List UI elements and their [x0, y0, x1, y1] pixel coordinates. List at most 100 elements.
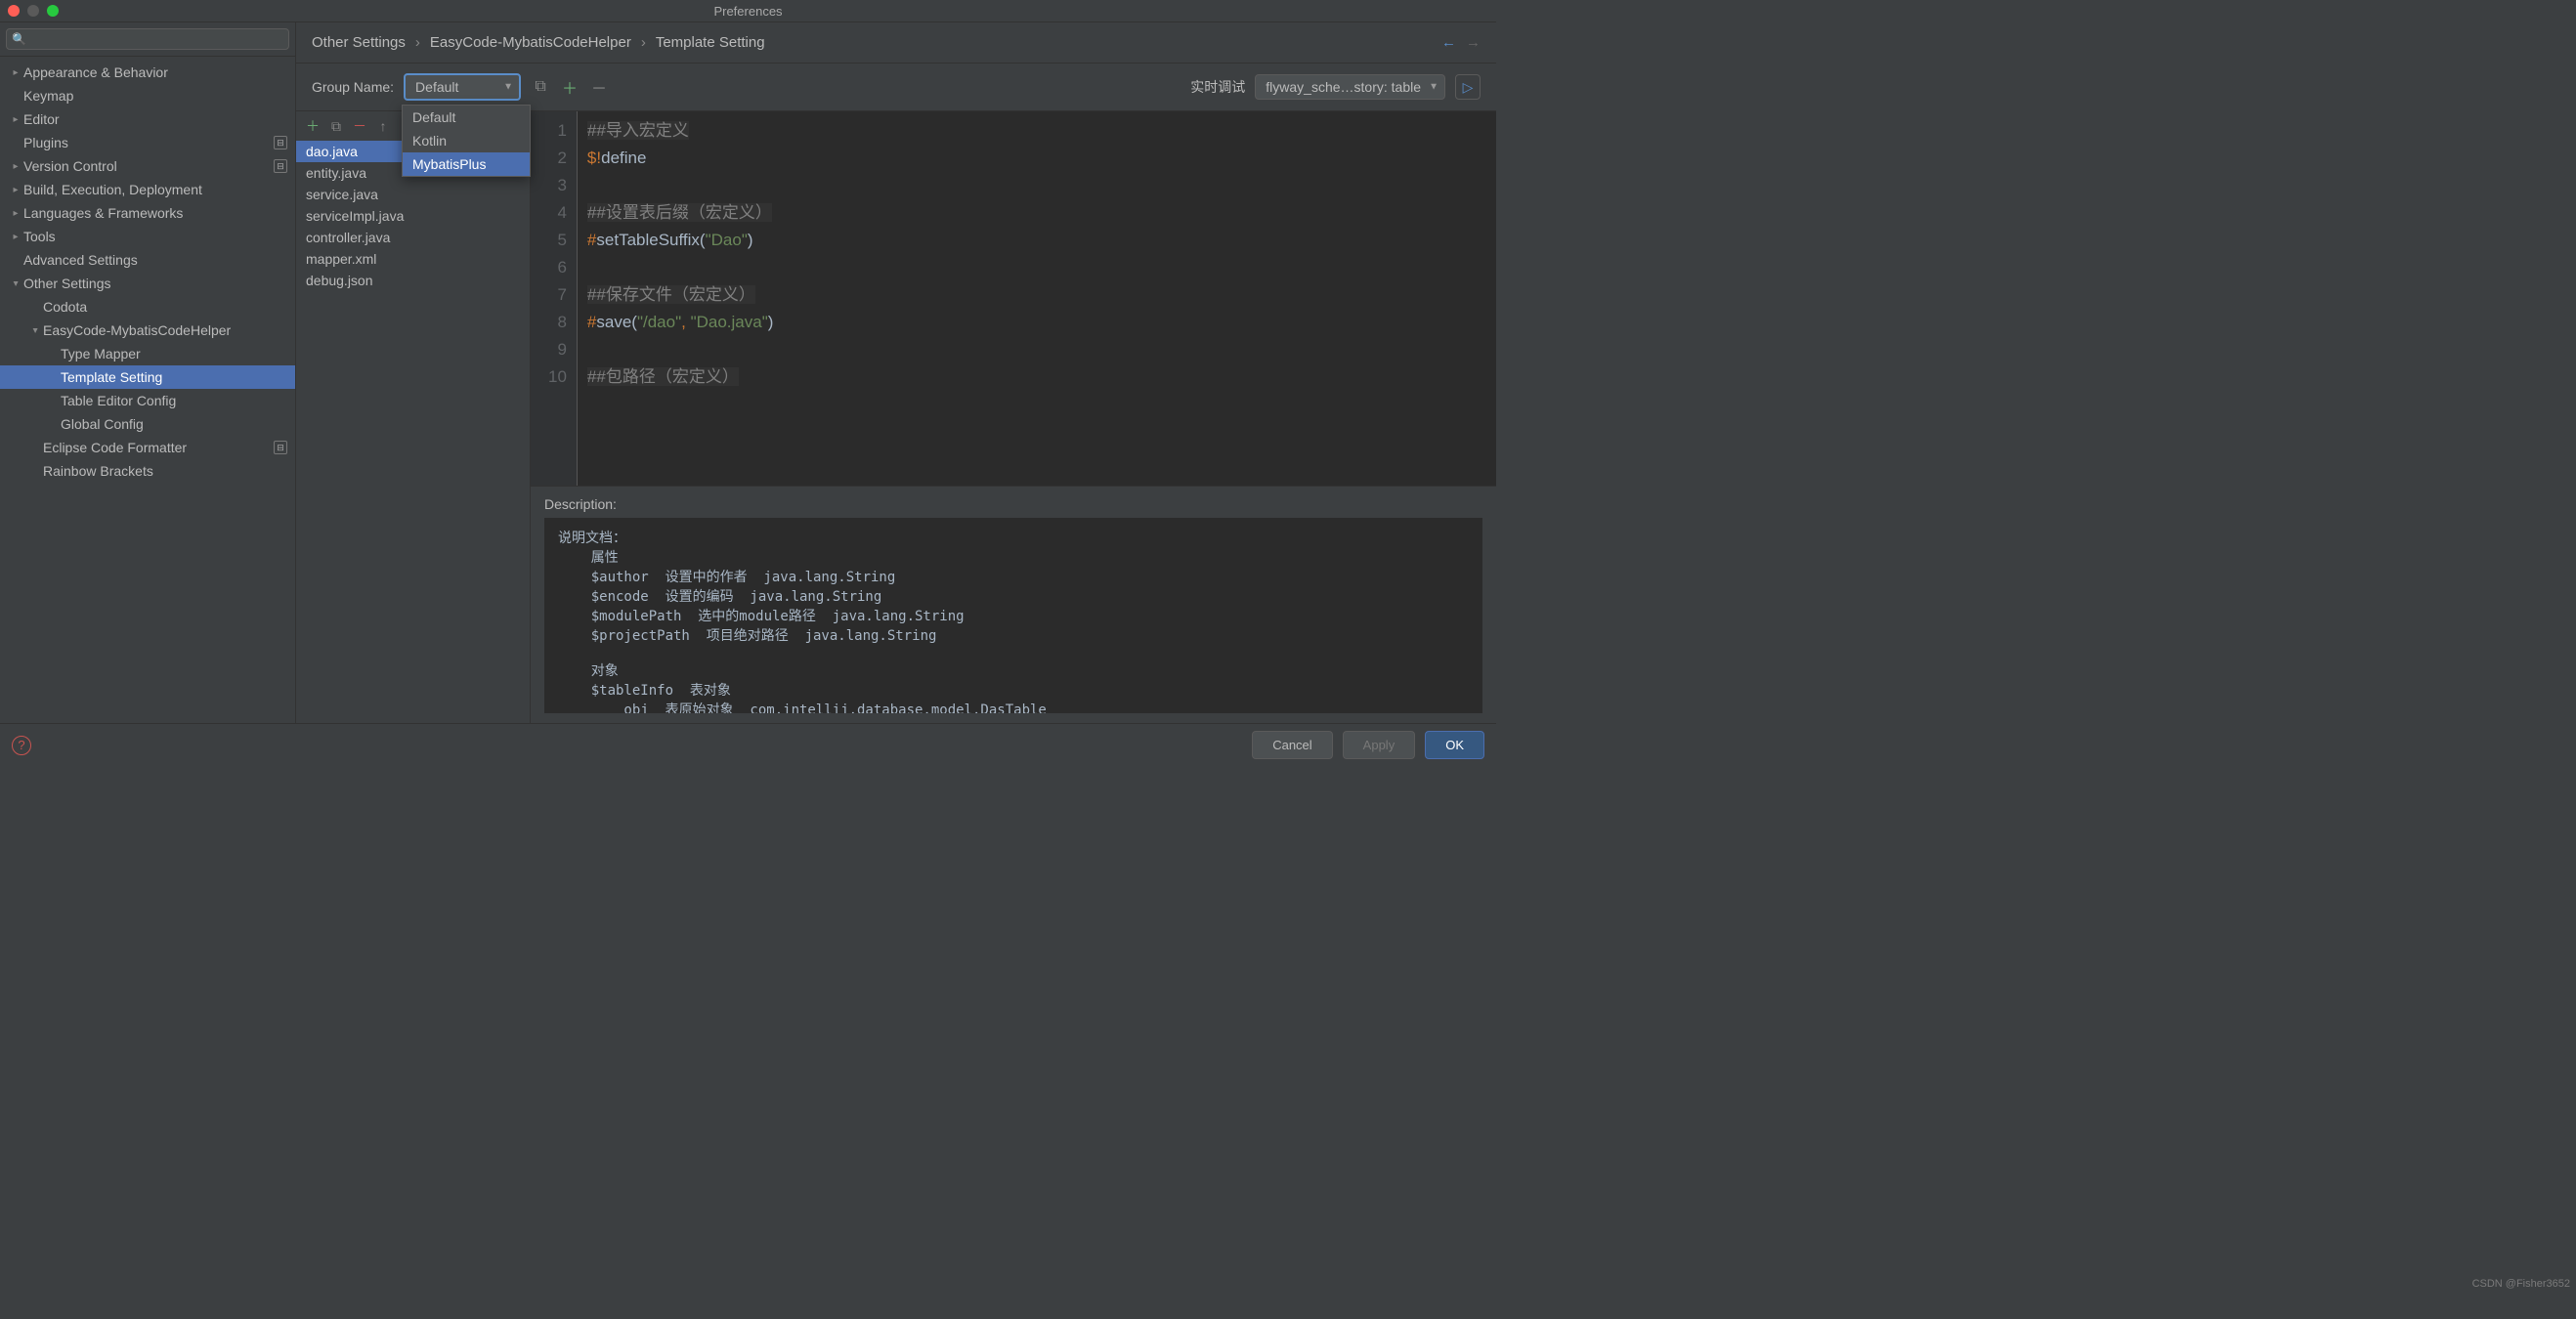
description-text: 说明文档： 属性 $author 设置中的作者 java.lang.String… [544, 518, 1482, 713]
dropdown-option[interactable]: Default [403, 106, 530, 129]
sidebar-item-label: Appearance & Behavior [23, 64, 287, 80]
code-lines: ##导入宏定义$!define##设置表后缀（宏定义）#setTableSuff… [577, 111, 1496, 486]
sidebar-item-label: Tools [23, 229, 287, 244]
remove-file-button[interactable]: － [351, 117, 368, 135]
sidebar-item[interactable]: Codota [0, 295, 295, 319]
chevron-right-icon: › [641, 34, 646, 51]
main-panel: Other Settings › EasyCode-MybatisCodeHel… [296, 22, 1496, 723]
editor-panel: 12345678910 ##导入宏定义$!define##设置表后缀（宏定义）#… [531, 111, 1496, 723]
add-group-button[interactable]: ＋ [560, 77, 580, 97]
sidebar-item[interactable]: Plugins⊟ [0, 131, 295, 154]
dropdown-option[interactable]: Kotlin [403, 129, 530, 152]
settings-tree: ▸Appearance & BehaviorKeymap▸EditorPlugi… [0, 57, 295, 723]
search-bar: 🔍 [0, 22, 295, 57]
group-name-combo[interactable]: Default ▼ [404, 73, 521, 101]
template-file[interactable]: controller.java [296, 227, 530, 248]
breadcrumb-item[interactable]: Template Setting [656, 34, 765, 51]
sidebar-item-label: Rainbow Brackets [43, 463, 287, 479]
sidebar-item-label: Codota [43, 299, 287, 315]
sidebar-item[interactable]: Keymap [0, 84, 295, 107]
sidebar-item[interactable]: ▸Build, Execution, Deployment [0, 178, 295, 201]
debug-target-value: flyway_sche…story: table [1266, 79, 1421, 95]
sidebar-item[interactable]: Eclipse Code Formatter⊟ [0, 436, 295, 459]
project-badge-icon: ⊟ [274, 159, 287, 173]
move-up-button[interactable]: ↑ [374, 117, 392, 135]
back-icon[interactable]: ← [1441, 34, 1456, 51]
sidebar-item[interactable]: ▸Other Settings [0, 272, 295, 295]
sidebar-item-label: Editor [23, 111, 287, 127]
sidebar-item-label: Version Control [23, 158, 274, 174]
sidebar-item[interactable]: ▸Appearance & Behavior [0, 61, 295, 84]
project-badge-icon: ⊟ [274, 441, 287, 454]
sidebar-item-label: Other Settings [23, 276, 287, 291]
chevron-down-icon: ▼ [503, 82, 513, 93]
chevron-icon: ▸ [8, 114, 23, 125]
chevron-icon: ▸ [8, 185, 23, 195]
group-name-value: Default [415, 79, 458, 95]
realtime-debug-label: 实时调试 [1190, 77, 1245, 97]
sidebar-item[interactable]: ▸Editor [0, 107, 295, 131]
sidebar-item[interactable]: Type Mapper [0, 342, 295, 365]
template-file[interactable]: service.java [296, 184, 530, 205]
dialog-footer: ? Cancel Apply OK [0, 723, 1496, 766]
search-input[interactable] [6, 28, 289, 50]
sidebar-item[interactable]: Global Config [0, 412, 295, 436]
chevron-down-icon: ▼ [1429, 82, 1438, 93]
sidebar-item-label: Global Config [61, 416, 287, 432]
breadcrumb: Other Settings › EasyCode-MybatisCodeHel… [296, 22, 1496, 64]
remove-group-button[interactable]: － [589, 77, 609, 97]
template-file[interactable]: mapper.xml [296, 248, 530, 270]
chevron-icon: ▸ [8, 232, 23, 242]
help-button[interactable]: ? [12, 736, 31, 755]
minimize-window-icon[interactable] [27, 5, 39, 17]
sidebar-item-label: Template Setting [61, 369, 287, 385]
description-panel: Description: 说明文档： 属性 $author 设置中的作者 jav… [531, 486, 1496, 723]
copy-group-button[interactable]: ⧉ [531, 77, 550, 97]
sidebar-item-label: Plugins [23, 135, 274, 150]
sidebar-item-label: Keymap [23, 88, 287, 104]
sidebar-item-label: EasyCode-MybatisCodeHelper [43, 322, 287, 338]
sidebar-item-label: Build, Execution, Deployment [23, 182, 287, 197]
sidebar-item[interactable]: Table Editor Config [0, 389, 295, 412]
sidebar-item-label: Type Mapper [61, 346, 287, 362]
sidebar-item[interactable]: Rainbow Brackets [0, 459, 295, 483]
cancel-button[interactable]: Cancel [1252, 731, 1332, 759]
template-file[interactable]: serviceImpl.java [296, 205, 530, 227]
sidebar-item[interactable]: ▸Tools [0, 225, 295, 248]
sidebar-item-label: Eclipse Code Formatter [43, 440, 274, 455]
sidebar-item[interactable]: Advanced Settings [0, 248, 295, 272]
sidebar-item[interactable]: ▸Languages & Frameworks [0, 201, 295, 225]
code-editor[interactable]: 12345678910 ##导入宏定义$!define##设置表后缀（宏定义）#… [531, 111, 1496, 486]
add-file-button[interactable]: ＋ [304, 117, 322, 135]
sidebar-item[interactable]: ▸Version Control⊟ [0, 154, 295, 178]
copy-file-button[interactable]: ⧉ [327, 117, 345, 135]
chevron-icon: ▸ [8, 161, 23, 172]
run-debug-button[interactable]: ▷ [1455, 74, 1481, 100]
forward-icon[interactable]: → [1466, 34, 1481, 51]
settings-sidebar: 🔍 ▸Appearance & BehaviorKeymap▸EditorPlu… [0, 22, 296, 723]
project-badge-icon: ⊟ [274, 136, 287, 149]
ok-button[interactable]: OK [1425, 731, 1484, 759]
sidebar-item-label: Languages & Frameworks [23, 205, 287, 221]
apply-button[interactable]: Apply [1343, 731, 1416, 759]
titlebar: Preferences [0, 0, 1496, 21]
maximize-window-icon[interactable] [47, 5, 59, 17]
sidebar-item[interactable]: Template Setting [0, 365, 295, 389]
close-window-icon[interactable] [8, 5, 20, 17]
template-file-list: ＋ ⧉ － ↑ ↓ dao.javaentity.javaservice.jav… [296, 111, 531, 723]
debug-target-combo[interactable]: flyway_sche…story: table ▼ [1255, 74, 1445, 100]
dropdown-option[interactable]: MybatisPlus [403, 152, 530, 176]
breadcrumb-item[interactable]: Other Settings [312, 34, 406, 51]
sidebar-item-label: Advanced Settings [23, 252, 287, 268]
sidebar-item-label: Table Editor Config [61, 393, 287, 408]
chevron-icon: ▸ [11, 276, 21, 291]
group-name-label: Group Name: [312, 79, 394, 95]
breadcrumb-item[interactable]: EasyCode-MybatisCodeHelper [430, 34, 631, 51]
chevron-icon: ▸ [8, 67, 23, 78]
search-icon: 🔍 [12, 32, 26, 46]
sidebar-item[interactable]: ▸EasyCode-MybatisCodeHelper [0, 319, 295, 342]
line-gutter: 12345678910 [531, 111, 577, 486]
window-title: Preferences [713, 4, 782, 19]
chevron-icon: ▸ [30, 322, 41, 338]
template-file[interactable]: debug.json [296, 270, 530, 291]
